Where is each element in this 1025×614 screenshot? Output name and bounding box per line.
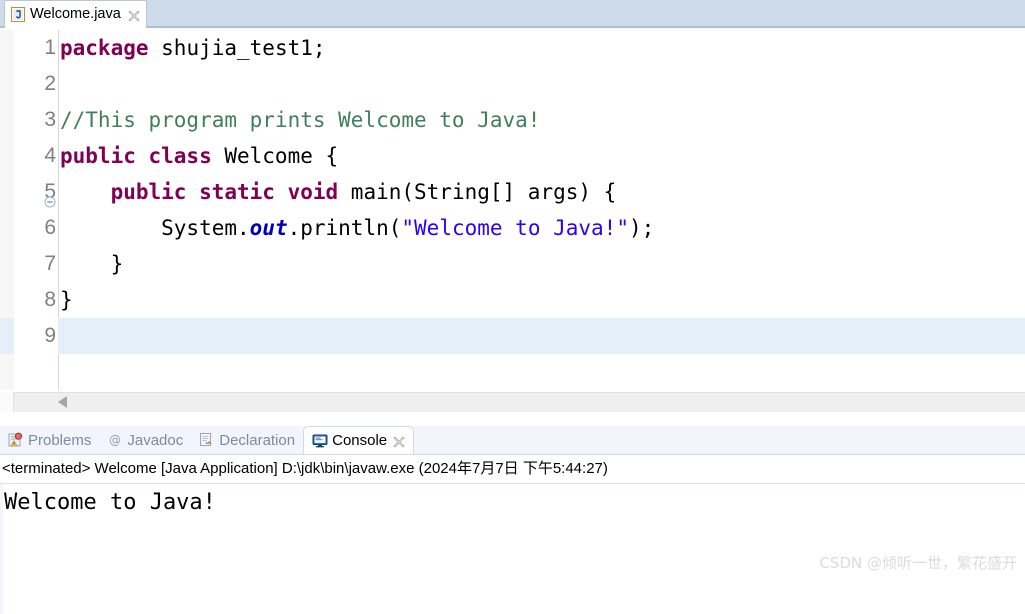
code-token-kw: package (60, 36, 149, 60)
javadoc-icon: @ (107, 432, 123, 448)
code-token-plain: ); (628, 216, 655, 240)
editor-text-area[interactable]: 1 package shujia_test1; 2 3//This program p… (0, 30, 1025, 390)
console-left-edge (0, 483, 3, 614)
problems-icon (8, 432, 24, 448)
close-icon[interactable] (393, 435, 405, 448)
line-number: 4 (14, 138, 58, 174)
code-token-plain: shujia_test1; (148, 36, 326, 60)
close-icon[interactable] (128, 9, 140, 22)
tab-label: Problems (28, 431, 92, 449)
code-token-str: "Welcome to Java!" (401, 216, 629, 240)
code-text[interactable]: //This program prints Welcome to Java! (60, 102, 540, 138)
line-number: 6 (14, 210, 58, 246)
java-file-icon (11, 7, 25, 22)
line-number-label: 7 (44, 252, 56, 275)
code-token-cmt: //This program prints Welcome to Java! (60, 108, 541, 132)
code-text[interactable]: System.out.println("Welcome to Java!"); (60, 210, 654, 246)
line-number-label: 2 (44, 72, 56, 95)
editor-tab-label: Welcome.java (30, 6, 121, 23)
code-token-kw: public class (60, 144, 212, 168)
console-icon (312, 433, 328, 449)
line-number: 2 (14, 66, 58, 102)
line-number: 9 (14, 318, 58, 354)
code-token-plain: .println( (287, 216, 402, 240)
code-line[interactable]: 4 public class Welcome { (0, 138, 1025, 174)
code-token-plain: } (60, 288, 73, 312)
bottom-panel: Problems @ Javadoc Declaration Console <term… (0, 426, 1025, 614)
editor-part: Welcome.java 1 package shujia_test1; 2 3//T… (0, 0, 1025, 413)
code-line[interactable]: 3//This program prints Welcome to Java! (0, 102, 1025, 138)
code-token-statfld: out (249, 216, 288, 240)
console-status-divider (0, 483, 1025, 484)
fold-collapse-icon[interactable] (44, 186, 56, 208)
code-line[interactable]: 6 System.out.println("Welcome to Java!")… (0, 210, 1025, 246)
code-token-plain: main(String[] args) { (338, 180, 617, 204)
tab-label: Console (332, 432, 388, 449)
editor-horizontal-scrollbar[interactable] (14, 392, 1025, 413)
csdn-watermark: CSDN @倾听一世，繁花盛开 (819, 554, 1017, 572)
code-text[interactable]: public class Welcome { (60, 138, 338, 174)
bottom-panel-tabs: Problems @ Javadoc Declaration Console (0, 426, 415, 454)
line-number-label: 4 (44, 144, 56, 167)
code-line[interactable]: 8} (0, 282, 1025, 318)
tab-problems[interactable]: Problems (0, 426, 99, 454)
code-line[interactable]: 5 public static void main(String[] args)… (0, 174, 1025, 210)
scroll-left-arrow-icon[interactable] (58, 396, 67, 408)
code-text[interactable]: } (60, 246, 124, 282)
line-number: 1 (14, 30, 58, 66)
code-text[interactable]: public static void main(String[] args) { (60, 174, 617, 210)
line-number-label: 6 (44, 216, 56, 239)
code-token-plain: } (60, 252, 124, 276)
line-number-label: 8 (44, 288, 56, 311)
console-launch-status: <terminated> Welcome [Java Application] … (2, 460, 608, 477)
editor-console-sash[interactable] (0, 412, 1025, 426)
code-text[interactable]: package shujia_test1; (60, 30, 326, 66)
bottom-panel-tab-bar: Problems @ Javadoc Declaration Console (0, 426, 1025, 454)
code-token-plain: System. (60, 216, 250, 240)
tab-console[interactable]: Console (303, 426, 415, 454)
code-line[interactable]: 7 } (0, 246, 1025, 282)
tab-declaration[interactable]: Declaration (191, 426, 303, 454)
line-number: 3 (14, 102, 58, 138)
tab-label: Javadoc (127, 431, 184, 449)
code-text[interactable]: } (60, 282, 73, 318)
line-number: 8 (14, 282, 58, 318)
declaration-icon (199, 432, 215, 448)
code-token-kw: public static void (110, 180, 339, 204)
code-line[interactable]: 1 package shujia_test1; (0, 30, 1025, 66)
console-view[interactable]: <terminated> Welcome [Java Application] … (0, 454, 1025, 614)
code-token-plain: Welcome { (211, 144, 339, 168)
tab-javadoc[interactable]: @ Javadoc (99, 426, 191, 454)
code-line[interactable]: 9 (0, 318, 1025, 354)
code-line[interactable]: 2 (0, 66, 1025, 102)
line-number: 7 (14, 246, 58, 282)
tab-label: Declaration (219, 431, 296, 449)
editor-tab-welcome-java[interactable]: Welcome.java (4, 0, 147, 28)
console-output-text: Welcome to Java! (4, 490, 216, 515)
line-number-label: 1 (44, 36, 56, 59)
line-number-label: 9 (44, 324, 56, 347)
editor-tab-bar: Welcome.java (0, 0, 1025, 28)
line-number-label: 3 (44, 108, 56, 131)
editor-scroll-corner (0, 392, 14, 412)
svg-text:@: @ (109, 433, 121, 447)
